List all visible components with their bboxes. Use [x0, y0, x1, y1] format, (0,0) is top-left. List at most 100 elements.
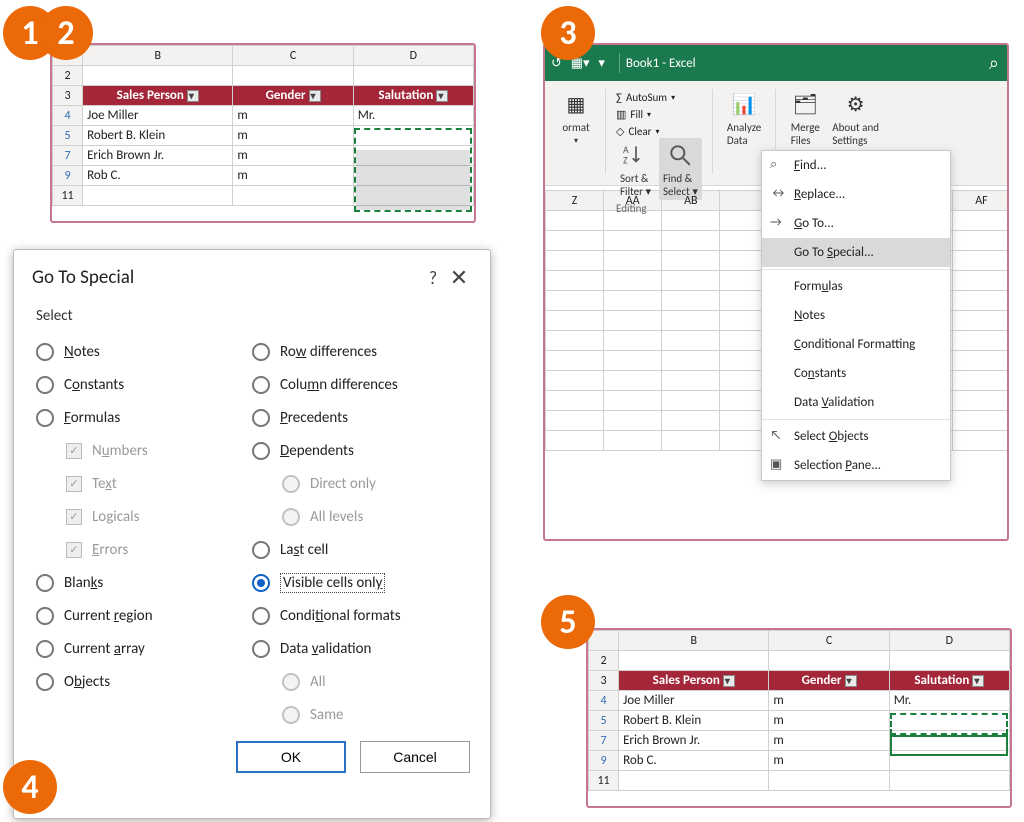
opt-row-diff[interactable]: Row differences [252, 335, 468, 368]
cell[interactable]: m [233, 106, 353, 126]
find-select-button[interactable]: Find &Select ▾ [659, 138, 702, 200]
cell[interactable]: Mr. [353, 106, 473, 126]
opt-constants[interactable]: Constants [36, 368, 252, 401]
excel-sheet-5[interactable]: B C D 2 3 Sales Person Gender Salutation… [588, 630, 1010, 791]
cell[interactable]: Joe Miller [619, 691, 769, 711]
filter-icon[interactable] [723, 675, 735, 687]
row-hdr[interactable]: 4 [589, 691, 619, 711]
col-header-D[interactable]: D [353, 46, 473, 66]
opt-cond-fmt[interactable]: Conditional formats [252, 599, 468, 632]
search-icon[interactable]: ⌕ [989, 52, 999, 74]
row-hdr-3[interactable]: 3 [53, 86, 83, 106]
cell[interactable]: m [233, 166, 353, 186]
cell[interactable]: Mr. [889, 691, 1009, 711]
cell[interactable]: Erich Brown Jr. [619, 731, 769, 751]
sort-filter-button[interactable]: AZ Sort &Filter ▾ [616, 138, 655, 200]
cell[interactable] [353, 166, 473, 186]
row-hdr-11[interactable]: 11 [53, 186, 83, 206]
close-button[interactable]: ✕ [446, 264, 472, 291]
help-button[interactable]: ? [420, 267, 446, 289]
opt-blanks[interactable]: Blanks [36, 566, 252, 599]
row-hdr[interactable]: 5 [589, 711, 619, 731]
cell[interactable] [889, 751, 1009, 771]
row-hdr[interactable]: 11 [589, 771, 619, 791]
opt-precedents[interactable]: Precedents [252, 401, 468, 434]
autosum-button[interactable]: ∑AutoSum ▾ [616, 91, 675, 104]
fill-button[interactable]: ▥Fill▾ [616, 108, 675, 121]
col-header-AF[interactable]: AF [952, 191, 1009, 211]
col-header-C[interactable]: C [233, 46, 353, 66]
row-hdr-4[interactable]: 4 [53, 106, 83, 126]
cell[interactable]: m [769, 751, 889, 771]
about-settings-button[interactable]: ⚙About andSettings [828, 87, 883, 149]
analyze-button[interactable]: 📊AnalyzeData [723, 87, 765, 149]
opt-objects[interactable]: Objects [36, 665, 252, 698]
cell[interactable] [889, 731, 1009, 751]
row-hdr-7[interactable]: 7 [53, 146, 83, 166]
excel-sheet-12[interactable]: B C D 2 3 Sales Person Gender Salutation… [52, 45, 474, 206]
row-hdr-9[interactable]: 9 [53, 166, 83, 186]
row-hdr[interactable]: 9 [589, 751, 619, 771]
ok-button[interactable]: OK [236, 741, 346, 773]
cell[interactable]: Rob C. [83, 166, 233, 186]
opt-col-diff[interactable]: Column differences [252, 368, 468, 401]
cell[interactable]: m [233, 126, 353, 146]
opt-dependents[interactable]: Dependents [252, 434, 468, 467]
cell[interactable]: Joe Miller [83, 106, 233, 126]
cell[interactable]: Robert B. Klein [83, 126, 233, 146]
cell[interactable] [353, 146, 473, 166]
cell[interactable]: Erich Brown Jr. [83, 146, 233, 166]
menu-goto-special[interactable]: Go To Special... [762, 238, 950, 267]
format-button[interactable]: ▦ ormat▾ [557, 87, 595, 148]
clear-button[interactable]: ◇Clear▾ [616, 125, 675, 138]
cell[interactable]: m [233, 146, 353, 166]
tbl-hdr-salut[interactable]: Salutation [353, 86, 473, 106]
col-header-B[interactable]: B [83, 46, 233, 66]
opt-all-levels: All levels [252, 500, 468, 533]
menu-notes[interactable]: Notes [762, 301, 950, 330]
cell[interactable] [353, 126, 473, 146]
filter-icon[interactable] [187, 90, 199, 102]
row-hdr-5[interactable]: 5 [53, 126, 83, 146]
row-hdr[interactable]: 7 [589, 731, 619, 751]
opt-notes[interactable]: Notes [36, 335, 252, 368]
row-hdr-2[interactable]: 2 [53, 66, 83, 86]
opt-current-array[interactable]: Current array [36, 632, 252, 665]
cancel-button[interactable]: Cancel [360, 741, 470, 773]
menu-formulas[interactable]: Formulas [762, 272, 950, 301]
menu-goto[interactable]: →Go To... [762, 209, 950, 238]
menu-constants[interactable]: Constants [762, 359, 950, 388]
menu-select-objects[interactable]: ↖Select Objects [762, 422, 950, 451]
menu-find[interactable]: ⌕Find... [762, 151, 950, 180]
opt-formulas[interactable]: Formulas [36, 401, 252, 434]
opt-current-region[interactable]: Current region [36, 599, 252, 632]
row-hdr-2[interactable]: 2 [589, 651, 619, 671]
filter-icon[interactable] [972, 675, 984, 687]
menu-selection-pane[interactable]: ▣Selection Pane... [762, 451, 950, 480]
menu-replace[interactable]: ↔Replace... [762, 180, 950, 209]
cell[interactable]: m [769, 691, 889, 711]
filter-icon[interactable] [845, 675, 857, 687]
menu-data-valid[interactable]: Data Validation [762, 388, 950, 417]
opt-errors: ✓Errors [36, 533, 252, 566]
go-to-special-dialog: Go To Special ? ✕ Select Notes Constants… [13, 249, 491, 819]
eraser-icon: ◇ [616, 125, 624, 138]
col-header-D[interactable]: D [889, 631, 1009, 651]
opt-last-cell[interactable]: Last cell [252, 533, 468, 566]
opt-visible-cells[interactable]: Visible cells only [252, 566, 468, 599]
tbl-hdr-sales[interactable]: Sales Person [83, 86, 233, 106]
filter-icon[interactable] [309, 90, 321, 102]
cell[interactable]: Robert B. Klein [619, 711, 769, 731]
col-header-C[interactable]: C [769, 631, 889, 651]
cell[interactable]: m [769, 731, 889, 751]
filter-icon[interactable] [436, 90, 448, 102]
cell[interactable] [889, 711, 1009, 731]
col-header-B[interactable]: B [619, 631, 769, 651]
cell[interactable]: Rob C. [619, 751, 769, 771]
col-header-Z[interactable]: Z [546, 191, 604, 211]
merge-files-button[interactable]: 🗂MergeFiles [786, 87, 824, 149]
cell[interactable]: m [769, 711, 889, 731]
menu-cond-fmt[interactable]: Conditional Formatting [762, 330, 950, 359]
opt-data-valid[interactable]: Data validation [252, 632, 468, 665]
tbl-hdr-gender[interactable]: Gender [233, 86, 353, 106]
